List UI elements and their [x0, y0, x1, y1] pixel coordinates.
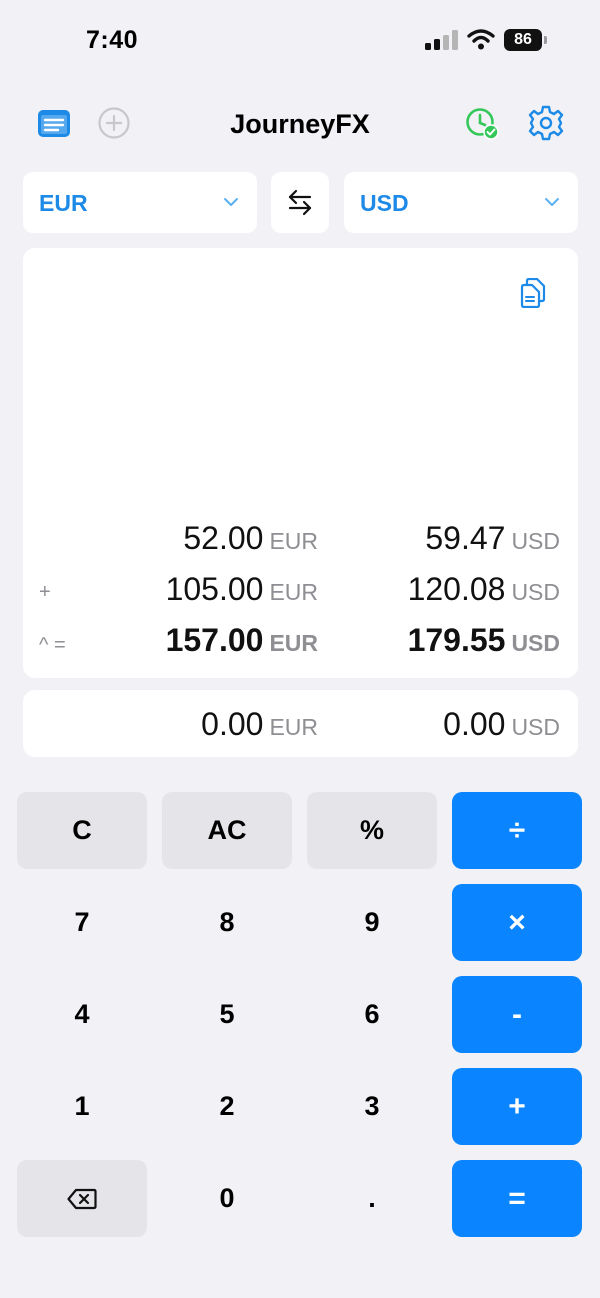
digit-5-button[interactable]: 5 [162, 976, 292, 1053]
copy-icon[interactable] [519, 278, 547, 308]
minus-button[interactable]: - [452, 976, 582, 1053]
history-total-row: ^ = 157.00 EUR 179.55 USD [23, 622, 578, 662]
clear-button[interactable]: C [17, 792, 147, 869]
chevron-down-icon [224, 198, 238, 206]
status-bar: 7:40 86 [0, 0, 600, 80]
history-row: + 105.00 EUR 120.08 USD [23, 571, 578, 611]
backspace-button[interactable] [17, 1160, 147, 1237]
cellular-signal-icon [425, 30, 458, 50]
swap-currencies-button[interactable] [271, 172, 329, 233]
history-card: 52.00 EUR 59.47 USD + 105.00 EUR 120.08 USD … [23, 248, 578, 678]
current-amount-from: 0.00 EUR [201, 706, 318, 742]
nav-bar: JourneyFX [0, 95, 600, 155]
digit-7-button[interactable]: 7 [17, 884, 147, 961]
from-currency-select[interactable]: EUR [23, 172, 257, 233]
from-currency-label: EUR [39, 190, 88, 216]
gear-icon[interactable] [528, 105, 564, 141]
divide-button[interactable]: ÷ [452, 792, 582, 869]
all-clear-button[interactable]: AC [162, 792, 292, 869]
percent-button[interactable]: % [307, 792, 437, 869]
status-time: 7:40 [86, 26, 139, 54]
battery-icon: 86 [504, 29, 548, 51]
equals-button[interactable]: = [452, 1160, 582, 1237]
clock-check-icon[interactable] [464, 105, 500, 141]
history-row: 52.00 EUR 59.47 USD [23, 520, 578, 560]
digit-9-button[interactable]: 9 [307, 884, 437, 961]
swap-arrows-icon [288, 189, 312, 216]
battery-level: 86 [504, 29, 542, 51]
wifi-icon [467, 29, 495, 50]
digit-8-button[interactable]: 8 [162, 884, 292, 961]
history-amount-from: 52.00 EUR [183, 520, 318, 556]
digit-6-button[interactable]: 6 [307, 976, 437, 1053]
digit-3-button[interactable]: 3 [307, 1068, 437, 1145]
history-operator: + [39, 581, 51, 603]
total-amount-to: 179.55 USD [407, 622, 560, 658]
current-input-card: 0.00 EUR 0.00 USD [23, 690, 578, 757]
total-amount-from: 157.00 EUR [165, 622, 318, 658]
to-currency-select[interactable]: USD [344, 172, 578, 233]
app-title: JourneyFX [230, 109, 370, 139]
digit-2-button[interactable]: 2 [162, 1068, 292, 1145]
history-amount-to: 59.47 USD [425, 520, 560, 556]
to-currency-label: USD [360, 190, 409, 216]
decimal-button[interactable]: . [307, 1160, 437, 1237]
history-amount-to: 120.08 USD [407, 571, 560, 607]
chevron-down-icon [545, 198, 559, 206]
plus-button[interactable]: + [452, 1068, 582, 1145]
multiply-button[interactable]: × [452, 884, 582, 961]
digit-1-button[interactable]: 1 [17, 1068, 147, 1145]
digit-4-button[interactable]: 4 [17, 976, 147, 1053]
digit-0-button[interactable]: 0 [162, 1160, 292, 1237]
history-total-operator[interactable]: ^ = [39, 634, 66, 657]
current-amount-to: 0.00 USD [443, 706, 560, 742]
history-amount-from: 105.00 EUR [165, 571, 318, 607]
backspace-icon [67, 1188, 97, 1209]
